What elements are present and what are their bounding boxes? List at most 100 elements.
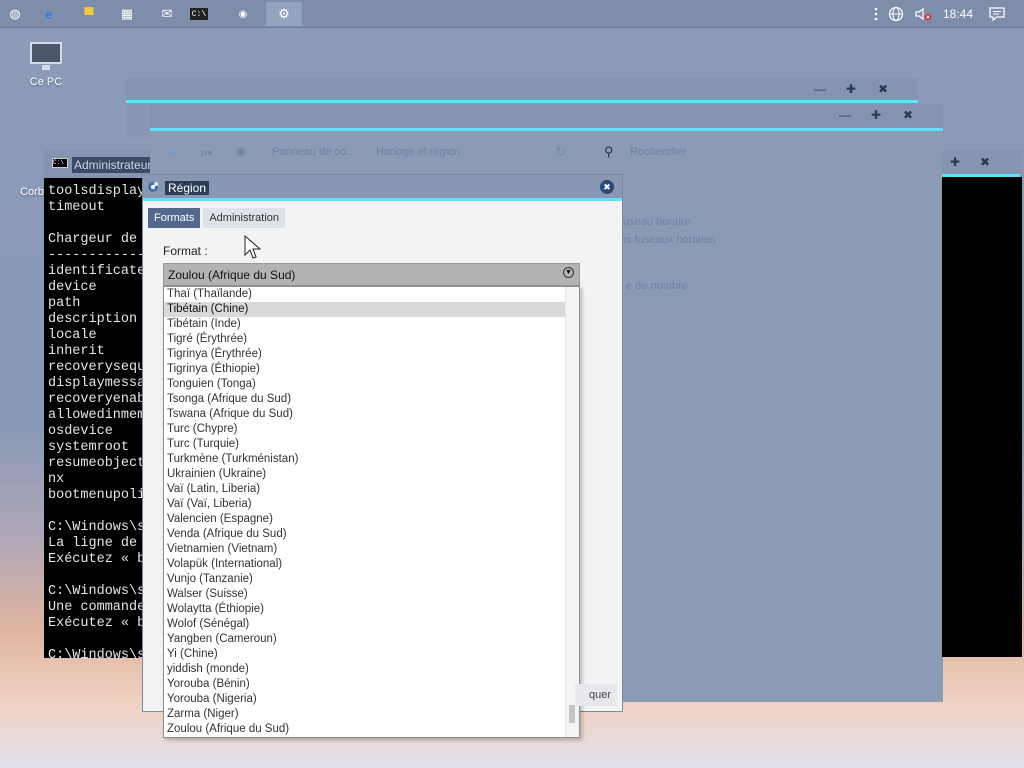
format-option[interactable]: Tigré (Érythrée) (164, 332, 565, 347)
search-icon[interactable]: ⚲ (604, 144, 614, 160)
refresh-icon[interactable]: ↻ (555, 144, 566, 160)
forward-arrow-icon[interactable]: »• (200, 144, 213, 160)
settings-app-icon[interactable]: ◍ (0, 2, 30, 26)
ghost-link-timezone[interactable]: fuseau horaire (620, 216, 690, 228)
store-icon[interactable]: ▦ (112, 2, 142, 26)
this-pc-desktop-icon[interactable]: Ce PC (22, 42, 70, 88)
format-option[interactable]: Vaï (Latin, Liberia) (164, 482, 565, 497)
format-option[interactable]: Volapük (International) (164, 557, 565, 572)
console-line: allowedinmem (48, 408, 146, 423)
format-option[interactable]: Turkmène (Turkménistan) (164, 452, 565, 467)
maximize-icon[interactable]: ✚ (846, 82, 856, 96)
console-line: identificate (48, 264, 146, 279)
format-option[interactable]: Tswana (Afrique du Sud) (164, 407, 565, 422)
format-option[interactable]: Wolof (Sénégal) (164, 617, 565, 632)
ghost-link-number[interactable]: e de nombre (626, 280, 688, 292)
chevron-down-icon[interactable]: ▼ (563, 267, 574, 278)
control-panel-icon[interactable]: ◉ (228, 2, 258, 26)
minimize-icon[interactable]: — (814, 82, 826, 96)
format-option[interactable]: Zarma (Niger) (164, 707, 565, 722)
format-option[interactable]: Venda (Afrique du Sud) (164, 527, 565, 542)
tab-administration[interactable]: Administration (203, 208, 286, 228)
clock[interactable]: 18:44 (937, 7, 983, 21)
format-option[interactable]: Yangben (Cameroun) (164, 632, 565, 647)
console-line: recoverysequ (48, 360, 146, 375)
format-option[interactable]: Tigrinya (Érythrée) (164, 347, 565, 362)
volume-muted-icon[interactable] (909, 6, 937, 22)
close-icon[interactable]: ✖ (903, 108, 913, 122)
console-icon: C:\ (52, 158, 68, 168)
console-title: Administrateur (72, 157, 150, 173)
breadcrumb-control-panel[interactable]: Panneau de co... (272, 146, 355, 158)
format-dropdown-list[interactable]: Thaï (Thaïlande) Tibétain (Chine) Tibétain… (163, 286, 580, 738)
format-option[interactable]: Walser (Suisse) (164, 587, 565, 602)
console-line: recoveryenab (48, 392, 146, 407)
format-option[interactable]: Tigrinya (Éthiopie) (164, 362, 565, 377)
region-gear-icon (148, 182, 158, 192)
format-option[interactable]: Thaï (Thaïlande) (164, 287, 565, 302)
close-icon[interactable]: ✖ (600, 180, 614, 194)
show-hidden-icons-icon[interactable] (869, 6, 883, 22)
format-option[interactable]: Valencien (Espagne) (164, 512, 565, 527)
breadcrumb-clock-region[interactable]: Horloge et région (376, 146, 460, 158)
format-option[interactable]: Vaï (Vaï, Liberia) (164, 497, 565, 512)
console-line: displaymessa (48, 376, 146, 391)
close-icon[interactable]: ✖ (878, 82, 888, 96)
format-option[interactable]: Tonguien (Tonga) (164, 377, 565, 392)
tab-formats[interactable]: Formats (148, 208, 201, 228)
console-line: Exécutez « b (48, 616, 146, 631)
command-prompt-icon[interactable]: C:\ (190, 8, 208, 20)
file-explorer-icon[interactable]: ▀ (74, 2, 104, 26)
region-tabs: Formats Administration (148, 208, 286, 228)
format-option[interactable]: Yorouba (Nigeria) (164, 692, 565, 707)
taskbar: ◍ e ▀ ▦ ✉ C:\ ◉ ⚙ 18:44 (0, 0, 1024, 28)
format-option[interactable]: Vunjo (Tanzanie) (164, 572, 565, 587)
format-option[interactable]: Vietnamien (Vietnam) (164, 542, 565, 557)
format-option[interactable]: Yi (Chine) (164, 647, 565, 662)
console-output: toolsdisplay timeout Chargeur de ---------… (44, 178, 150, 658)
console-line: path (48, 296, 81, 311)
format-option[interactable]: Tibétain (Chine) (164, 302, 565, 317)
scrollbar-thumb[interactable] (569, 705, 575, 723)
console-line: osdevice (48, 424, 113, 439)
console-line: C:\Windows\s (48, 520, 146, 535)
region-icon[interactable]: ⚙ (266, 2, 302, 26)
window-accent (126, 100, 918, 103)
minimize-icon[interactable]: — (839, 108, 851, 122)
format-option[interactable]: yiddish (monde) (164, 662, 565, 677)
format-select[interactable]: Zoulou (Afrique du Sud) ▼ (163, 263, 580, 286)
console-line: Une commande (48, 600, 146, 615)
format-select-value: Zoulou (Afrique du Sud) (168, 268, 296, 282)
format-option[interactable]: Yorouba (Bénin) (164, 677, 565, 692)
notifications-icon[interactable] (983, 6, 1024, 22)
format-option[interactable]: Tibétain (Inde) (164, 317, 565, 332)
console-window[interactable]: C:\ Administrateur toolsdisplay timeout C… (44, 150, 150, 658)
console-line: La ligne de (48, 536, 138, 551)
region-title: Région (165, 181, 210, 195)
ghost-link-timezones[interactable]: ns fuseaux horaires (620, 234, 716, 246)
dropdown-scrollbar[interactable] (565, 287, 579, 737)
maximize-icon[interactable]: ✚ (871, 108, 881, 122)
region-titlebar: Région ✖ (143, 175, 622, 201)
system-tray: 18:44 (869, 0, 1024, 28)
edge-icon[interactable]: e (34, 2, 64, 26)
network-globe-icon[interactable] (883, 6, 909, 22)
format-option[interactable]: Ukrainien (Ukraine) (164, 467, 565, 482)
mail-icon[interactable]: ✉ (152, 2, 182, 26)
format-option[interactable]: Turc (Chypre) (164, 422, 565, 437)
console-line: nx (48, 472, 65, 487)
apply-button[interactable]: quer (575, 684, 617, 706)
format-option[interactable]: Turc (Turquie) (164, 437, 565, 452)
format-label: Format : (163, 244, 208, 258)
search-input[interactable]: Rechercher (630, 146, 687, 158)
format-option[interactable]: Wolaytta (Éthiopie) (164, 602, 565, 617)
back-arrow-icon[interactable]: « (170, 144, 179, 162)
format-option[interactable]: Tsonga (Afrique du Sud) (164, 392, 565, 407)
maximize-icon[interactable]: ✚ (950, 155, 960, 169)
close-icon[interactable]: ✖ (980, 155, 990, 169)
format-options: Thaï (Thaïlande) Tibétain (Chine) Tibétain… (164, 287, 565, 737)
format-option[interactable]: Zoulou (Afrique du Sud) (164, 722, 565, 737)
console-line: Exécutez « b (48, 552, 146, 567)
console-line: C:\Windows\s (48, 648, 146, 658)
